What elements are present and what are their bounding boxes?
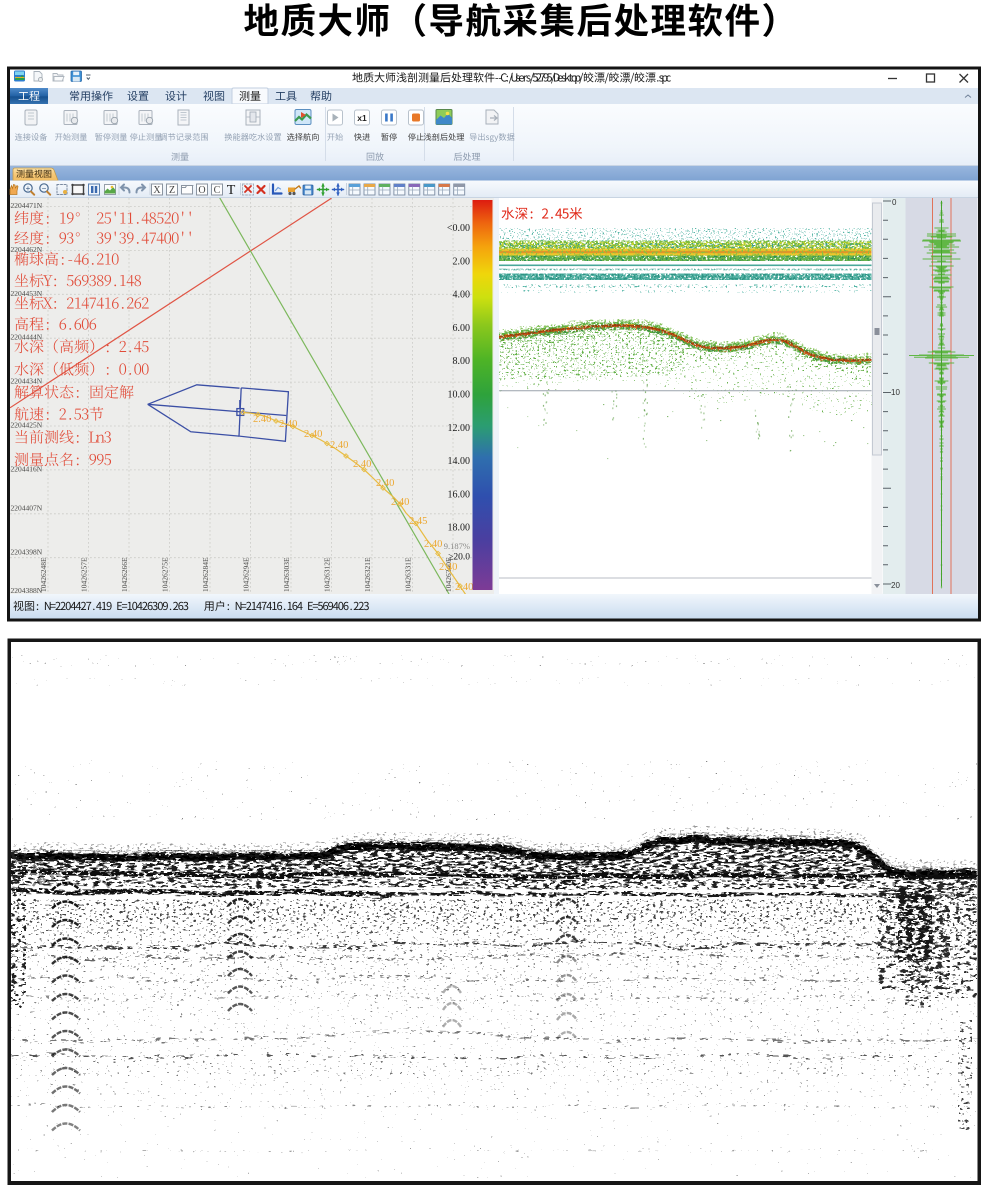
svg-text:20: 20 xyxy=(891,581,900,590)
svg-text:2204407N: 2204407N xyxy=(11,504,43,513)
svg-text:2.40: 2.40 xyxy=(304,429,322,440)
svg-text:10426257E: 10426257E xyxy=(80,557,89,592)
svg-text:2.40: 2.40 xyxy=(424,539,442,550)
svg-text:10426331E: 10426331E xyxy=(404,557,413,592)
svg-text:10.00: 10.00 xyxy=(448,390,471,401)
svg-text:10426266E: 10426266E xyxy=(120,557,129,592)
svg-text:T: T xyxy=(227,183,236,198)
svg-text:6.00: 6.00 xyxy=(453,323,471,334)
svg-text:2204434N: 2204434N xyxy=(11,377,43,386)
svg-text:10426248E: 10426248E xyxy=(39,557,48,592)
svg-text:2.45: 2.45 xyxy=(409,516,427,527)
svg-text:2204388N: 2204388N xyxy=(11,586,43,595)
svg-text:2.40: 2.40 xyxy=(330,440,348,451)
svg-text:2204462N: 2204462N xyxy=(11,245,43,254)
svg-text:2204453N: 2204453N xyxy=(11,289,43,298)
svg-text:≥20.0: ≥20.0 xyxy=(448,553,470,563)
svg-text:10426275E: 10426275E xyxy=(161,557,170,592)
svg-text:9.187%: 9.187% xyxy=(444,541,470,551)
svg-text:12.00: 12.00 xyxy=(448,423,471,434)
svg-text:10426284E: 10426284E xyxy=(201,557,210,592)
svg-text:10426294E: 10426294E xyxy=(242,557,251,592)
svg-text:4.00: 4.00 xyxy=(453,290,471,301)
svg-text:C: C xyxy=(214,185,221,196)
svg-text:O: O xyxy=(198,185,205,196)
svg-text:18.00: 18.00 xyxy=(448,523,471,534)
svg-text:10: 10 xyxy=(891,388,900,397)
svg-text:x1: x1 xyxy=(357,113,367,123)
svg-text:<0.00: <0.00 xyxy=(447,223,470,234)
svg-text:2.40: 2.40 xyxy=(279,419,297,430)
svg-text:Z: Z xyxy=(169,185,175,196)
svg-text:14.00: 14.00 xyxy=(448,456,471,467)
svg-text:2.40: 2.40 xyxy=(376,478,394,489)
svg-text:−: − xyxy=(42,184,47,193)
svg-text:2.40: 2.40 xyxy=(439,562,457,573)
svg-text:10426321E: 10426321E xyxy=(363,557,372,592)
svg-text:2.40: 2.40 xyxy=(253,414,271,425)
svg-text:2204425N: 2204425N xyxy=(11,421,43,430)
svg-text:2.40: 2.40 xyxy=(391,497,409,508)
svg-text:2204471N: 2204471N xyxy=(11,201,43,210)
svg-text:2.00: 2.00 xyxy=(453,256,471,267)
svg-text:2.40: 2.40 xyxy=(353,459,371,470)
svg-text:2204444N: 2204444N xyxy=(11,333,43,342)
svg-text:10426312E: 10426312E xyxy=(323,557,332,592)
svg-text:16.00: 16.00 xyxy=(448,489,471,500)
svg-text:0: 0 xyxy=(892,198,897,207)
svg-text:10426303E: 10426303E xyxy=(282,557,291,592)
svg-text:+: + xyxy=(26,184,31,193)
svg-text:X: X xyxy=(153,185,161,196)
svg-text:8.00: 8.00 xyxy=(453,356,471,367)
svg-text:2204398N: 2204398N xyxy=(11,548,43,557)
svg-text:2.40: 2.40 xyxy=(455,582,473,593)
